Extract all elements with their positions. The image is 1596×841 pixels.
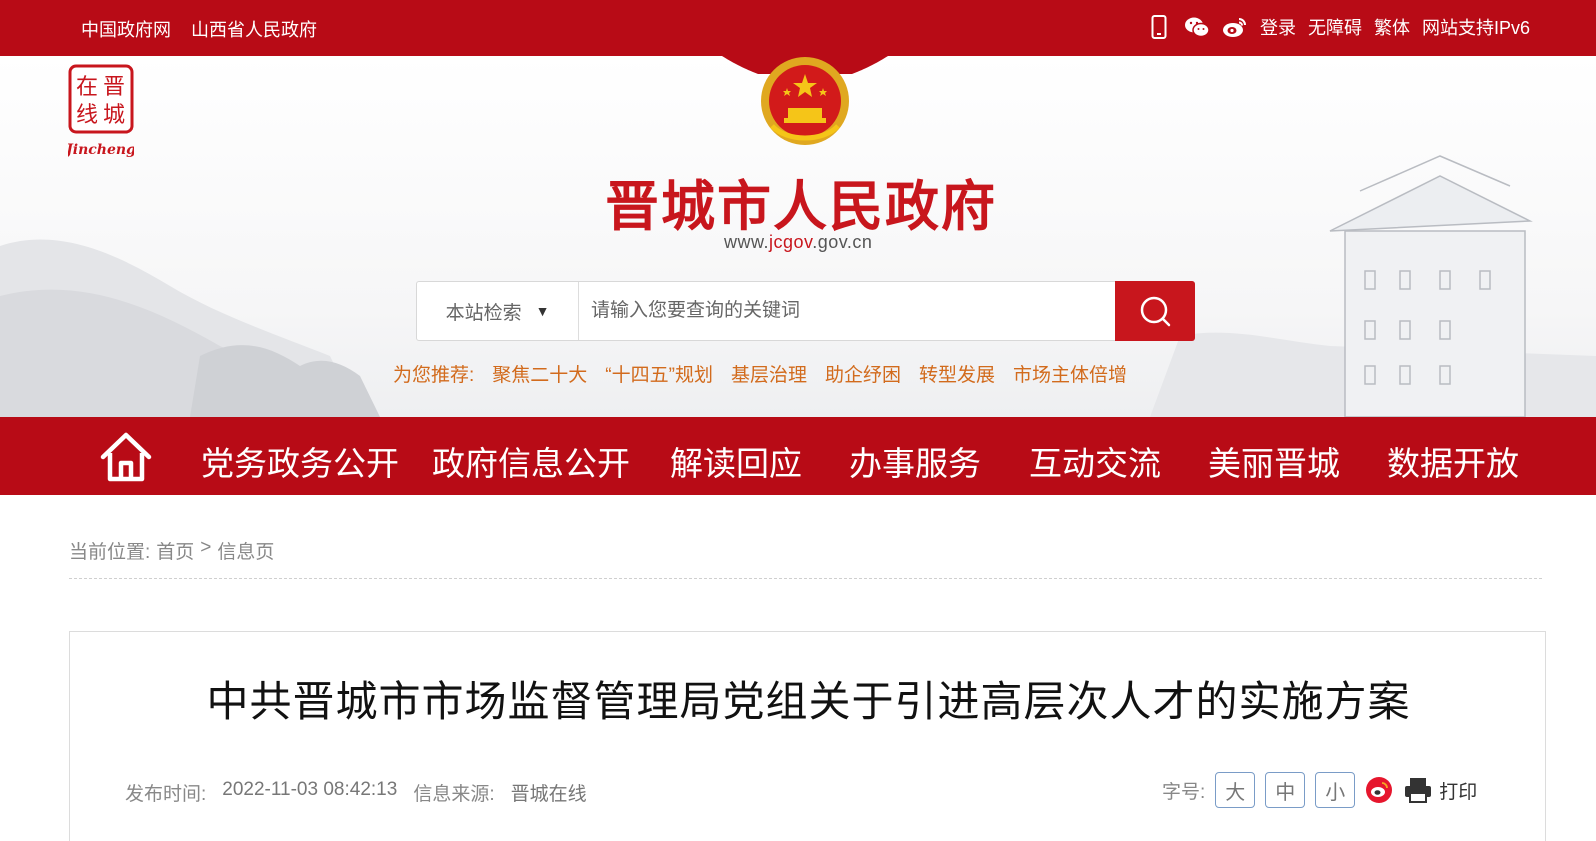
top-tools: 登录 无障碍 繁体 网站支持IPv6: [1146, 14, 1530, 40]
url-main: jcgov: [769, 232, 813, 252]
font-small-button[interactable]: 小: [1315, 772, 1356, 808]
recommend-keyword[interactable]: 基层治理: [731, 360, 807, 387]
font-large-button[interactable]: 大: [1215, 772, 1256, 808]
jincheng-online-logo[interactable]: 晋 在 城 线 Jincheng: [63, 64, 136, 160]
article-title: 中共晋城市市场监督管理局党组关于引进高层次人才的实施方案: [206, 678, 1411, 725]
article-meta: 发布时间: 2022-11-03 08:42:13 信息来源: 晋城在线: [125, 779, 587, 806]
url-prefix: www.: [724, 232, 770, 252]
weibo-icon[interactable]: [1222, 14, 1248, 40]
print-label: 打印: [1439, 781, 1478, 803]
ipv6-support-label: 网站支持IPv6: [1421, 18, 1530, 38]
svg-text:在: 在: [76, 75, 98, 100]
home-icon[interactable]: [98, 429, 154, 485]
link-shanxi-gov[interactable]: 山西省人民政府: [191, 16, 317, 42]
accessibility-link[interactable]: 无障碍: [1308, 14, 1362, 40]
search-icon: [1140, 296, 1171, 327]
svg-text:城: 城: [103, 103, 125, 128]
breadcrumb-label: 当前位置:: [69, 542, 151, 563]
article-tools: 字号: 大 中 小 打印: [1162, 772, 1477, 808]
top-bar: 中国政府网 山西省人民政府 登录 无障碍 繁体 网站支持IPv6: [0, 0, 1596, 56]
wechat-icon[interactable]: [1184, 14, 1210, 40]
source-value: 晋城在线: [510, 784, 587, 805]
recommend-keyword[interactable]: 聚焦二十大: [492, 360, 587, 387]
tower-illustration: [1329, 155, 1533, 417]
svg-text:晋: 晋: [103, 75, 125, 100]
top-links: 中国政府网 山西省人民政府: [81, 16, 317, 42]
article-box: 中共晋城市市场监督管理局党组关于引进高层次人才的实施方案 发布时间: 2022-…: [69, 631, 1546, 841]
recommend-keyword[interactable]: 转型发展: [919, 360, 995, 387]
mobile-icon[interactable]: [1146, 14, 1172, 40]
nav-beautiful-jincheng[interactable]: 美丽晋城: [1208, 437, 1340, 485]
recommend-label: 为您推荐:: [393, 365, 475, 386]
site-url: www.jcgov.gov.cn: [724, 232, 872, 253]
recommend-keyword[interactable]: 助企纾困: [825, 360, 901, 387]
nav-party-gov-affairs[interactable]: 党务政务公开: [201, 437, 399, 485]
search-input[interactable]: [579, 282, 1115, 340]
svg-text:线: 线: [76, 103, 98, 128]
svg-text:Jincheng: Jincheng: [68, 142, 134, 158]
nav-interpretation[interactable]: 解读回应: [670, 437, 802, 485]
printer-icon: [1405, 778, 1432, 803]
url-suffix: .gov.cn: [812, 232, 873, 252]
nav-open-data[interactable]: 数据开放: [1387, 437, 1519, 485]
recommend-keyword[interactable]: 市场主体倍增: [1013, 360, 1127, 387]
publish-label: 发布时间:: [125, 784, 207, 805]
divider: [69, 578, 1542, 579]
site-title: 晋城市人民政府: [605, 174, 997, 238]
weibo-share-icon[interactable]: [1365, 776, 1393, 804]
traditional-chinese-link[interactable]: 繁体: [1374, 14, 1410, 40]
breadcrumb-home[interactable]: 首页: [156, 537, 194, 564]
link-china-gov[interactable]: 中国政府网: [81, 16, 171, 42]
breadcrumb-current[interactable]: 信息页: [217, 537, 274, 564]
main-nav: 党务政务公开 政府信息公开 解读回应 办事服务 互动交流 美丽晋城 数据开放: [0, 417, 1596, 495]
source-label: 信息来源:: [413, 784, 495, 805]
search-scope-select[interactable]: 本站检索 ▼: [417, 282, 579, 340]
search-button[interactable]: [1115, 281, 1195, 341]
recommend-keyword[interactable]: “十四五”规划: [605, 360, 713, 387]
national-emblem: [722, 56, 888, 152]
nav-services[interactable]: 办事服务: [849, 437, 981, 485]
site-header: 晋 在 城 线 Jincheng 晋城市人民政府 www.jcgov.gov.c…: [0, 56, 1596, 417]
nav-gov-info[interactable]: 政府信息公开: [432, 437, 630, 485]
breadcrumb: 当前位置: 首页 > 信息页: [69, 537, 274, 564]
recommend-bar: 为您推荐: 聚焦二十大 “十四五”规划 基层治理 助企纾困 转型发展 市场主体倍…: [393, 360, 1127, 387]
publish-time: 2022-11-03 08:42:13: [222, 779, 398, 800]
triangle-down-icon: ▼: [535, 303, 550, 319]
search-scope-label: 本站检索: [445, 302, 522, 324]
print-button[interactable]: 打印: [1403, 776, 1477, 804]
login-link[interactable]: 登录: [1260, 14, 1296, 40]
nav-interaction[interactable]: 互动交流: [1029, 437, 1161, 485]
font-size-label: 字号:: [1162, 781, 1206, 803]
search-bar: 本站检索 ▼: [416, 281, 1195, 341]
font-medium-button[interactable]: 中: [1265, 772, 1306, 808]
breadcrumb-separator: >: [200, 537, 212, 558]
